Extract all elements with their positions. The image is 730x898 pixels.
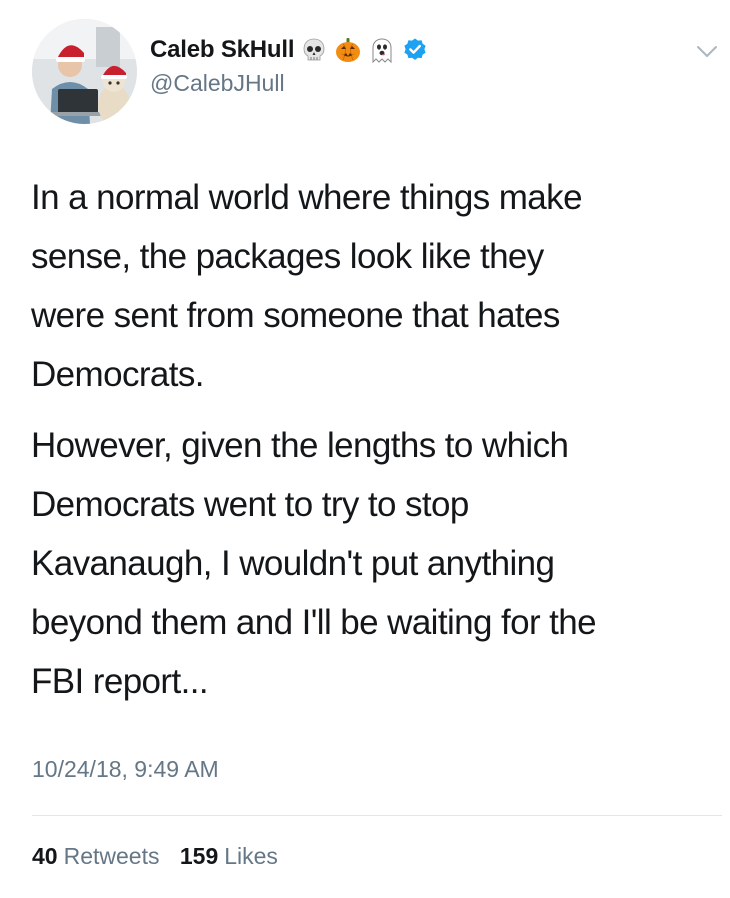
user-handle[interactable]: @CalebJHull bbox=[150, 70, 285, 97]
avatar[interactable] bbox=[32, 19, 137, 124]
jack-o-lantern-emoji-icon bbox=[334, 36, 362, 64]
tweet-card: Caleb SkHull @CalebJHull In a normal wor… bbox=[0, 0, 730, 898]
likes-stat[interactable]: 159 Likes bbox=[180, 843, 278, 870]
engagement-stats: 40 Retweets 159 Likes bbox=[32, 843, 292, 870]
verified-badge-icon bbox=[402, 37, 428, 63]
ghost-emoji-icon bbox=[368, 36, 396, 64]
tweet-paragraph: In a normal world where things make sens… bbox=[31, 178, 583, 394]
retweets-label: Retweets bbox=[63, 843, 160, 869]
name-row: Caleb SkHull bbox=[150, 30, 428, 70]
display-name[interactable]: Caleb SkHull bbox=[150, 36, 295, 64]
likes-count: 159 bbox=[179, 843, 219, 869]
divider bbox=[32, 815, 722, 816]
chevron-down-icon[interactable] bbox=[694, 38, 720, 64]
tweet-text: In a normal world where things make sens… bbox=[31, 168, 721, 711]
likes-label: Likes bbox=[224, 843, 278, 869]
tweet-paragraph: However, given the lengths to which Demo… bbox=[31, 426, 597, 701]
retweets-count: 40 bbox=[32, 843, 58, 869]
tweet-timestamp[interactable]: 10/24/18, 9:49 AM bbox=[32, 756, 219, 783]
skull-emoji-icon bbox=[300, 36, 328, 64]
retweets-stat[interactable]: 40 Retweets bbox=[32, 843, 159, 870]
